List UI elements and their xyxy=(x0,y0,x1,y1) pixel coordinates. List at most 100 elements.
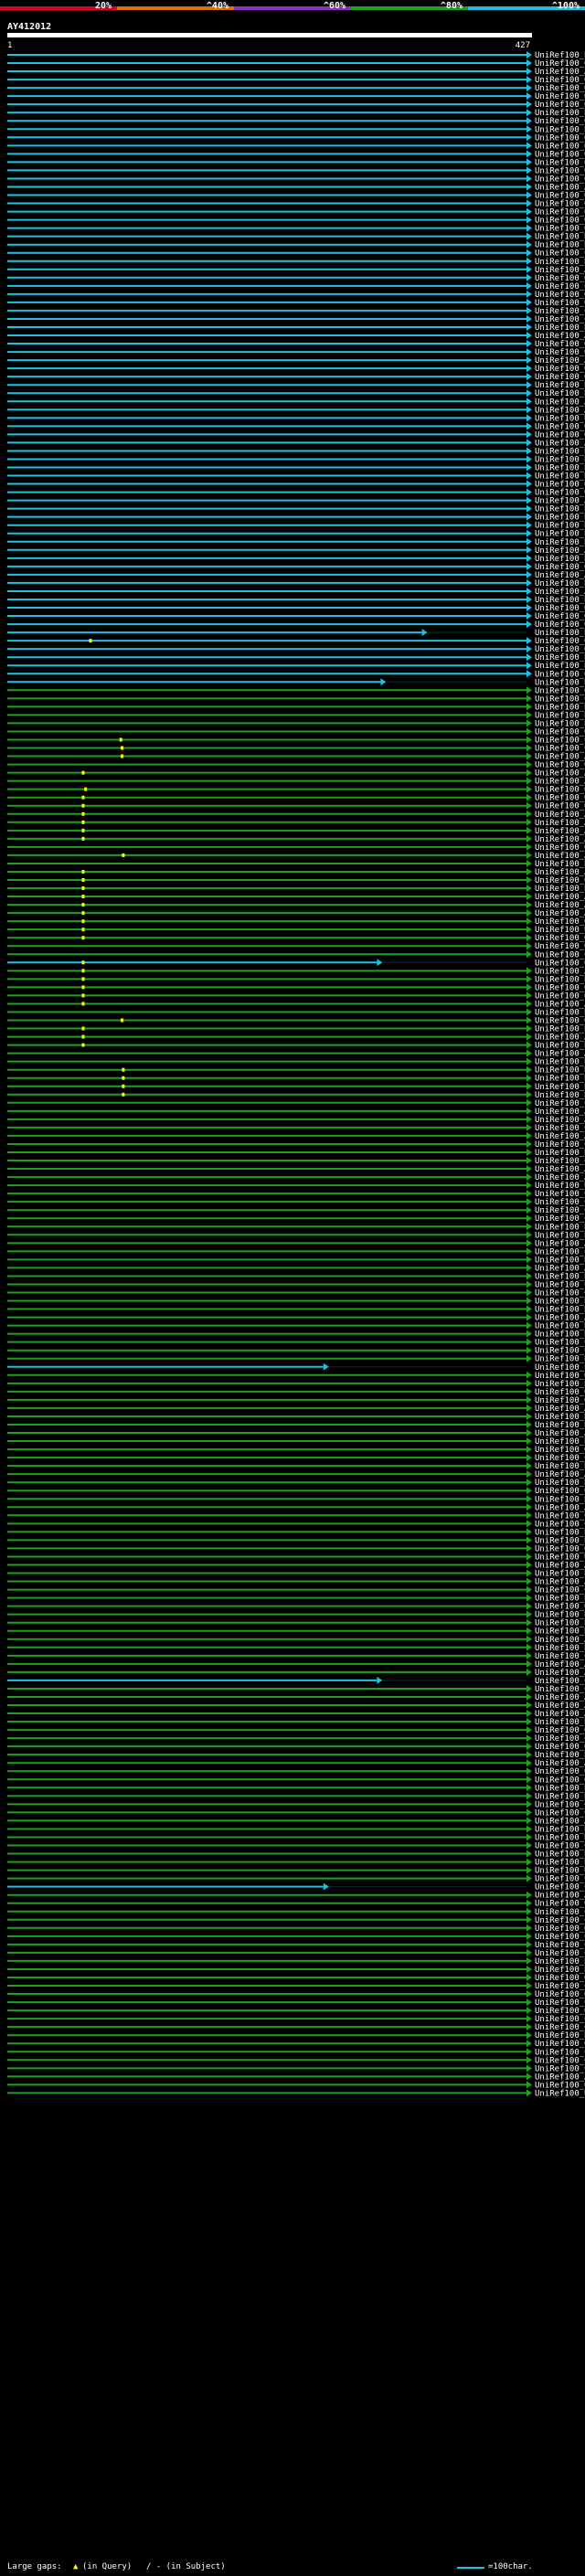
hit-arrow xyxy=(526,1553,532,1561)
identity-scale-label: ^60% xyxy=(324,1,346,11)
hit-arrow xyxy=(526,719,532,727)
hit-arrow xyxy=(526,150,532,158)
hit-arrow xyxy=(526,1825,532,1833)
hit-arrow xyxy=(526,909,532,917)
hit-arrow xyxy=(526,373,532,381)
footer-scale-bar xyxy=(457,2567,484,2569)
hit-arrow xyxy=(526,389,532,398)
hit-arrow xyxy=(526,876,532,884)
hit-arrow xyxy=(526,1182,532,1190)
footer-subject-label: / - (in Subject) xyxy=(146,2562,226,2571)
hit-arrow xyxy=(526,537,532,546)
hit-arrow xyxy=(526,1082,532,1090)
hit-arrow xyxy=(526,1817,532,1825)
gap-mark xyxy=(81,770,85,775)
gap-mark xyxy=(121,754,124,758)
hit-arrow xyxy=(526,1915,532,1924)
hit-arrow xyxy=(526,1206,532,1214)
hit-arrow xyxy=(526,554,532,562)
hit-arrow xyxy=(526,142,532,150)
hit-arrow xyxy=(526,1776,532,1784)
hit-arrow xyxy=(526,785,532,793)
hit-arrow xyxy=(526,752,532,760)
hit-arrow xyxy=(526,273,532,281)
hit-arrow xyxy=(526,1000,532,1008)
hit-arrow xyxy=(526,1065,532,1074)
hit-arrow xyxy=(526,422,532,430)
gap-mark xyxy=(81,960,85,965)
hit-arrow xyxy=(526,694,532,703)
hit-arrow xyxy=(421,629,428,637)
hit-arrow xyxy=(526,1131,532,1140)
hit-arrow xyxy=(526,1899,532,1907)
gap-mark xyxy=(89,639,92,643)
hit-arrow xyxy=(526,1346,532,1354)
hit-arrow xyxy=(526,578,532,587)
hit-arrow xyxy=(526,1850,532,1858)
hit-arrow xyxy=(526,1412,532,1420)
hit-arrow xyxy=(526,1395,532,1404)
hit-arrow xyxy=(526,1618,532,1627)
hit-arrow xyxy=(526,183,532,191)
hit-arrow xyxy=(526,1561,532,1569)
hit-arrow xyxy=(526,1635,532,1643)
hit-arrow xyxy=(526,1528,532,1536)
hit-arrow xyxy=(526,1330,532,1338)
hit-arrow xyxy=(526,1190,532,1198)
hit-arrow xyxy=(526,859,532,867)
gap-mark xyxy=(81,969,85,973)
hit-arrow xyxy=(323,1882,329,1891)
gap-mark xyxy=(119,737,122,742)
hit-arrow xyxy=(526,1602,532,1610)
hit-arrow xyxy=(526,793,532,801)
gap-mark xyxy=(81,869,85,874)
hit-arrow xyxy=(526,1165,532,1173)
gap-mark xyxy=(81,803,85,808)
hit-arrow xyxy=(526,587,532,595)
hit-arrow xyxy=(526,1891,532,1899)
hit-arrow xyxy=(526,290,532,298)
gap-mark xyxy=(122,853,125,857)
hit-arrow xyxy=(526,1520,532,1528)
hit-arrow xyxy=(526,942,532,950)
hit-arrow xyxy=(526,727,532,736)
hit-arrow xyxy=(526,2015,532,2023)
hit-arrow xyxy=(526,101,532,109)
gap-mark xyxy=(122,1076,125,1080)
hit-arrow xyxy=(526,1948,532,1956)
hit-arrow xyxy=(526,496,532,504)
hit-arrow xyxy=(526,158,532,166)
hit-arrow xyxy=(526,662,532,670)
hit-arrow xyxy=(526,2048,532,2056)
hit-arrow xyxy=(526,1998,532,2007)
hit-arrow xyxy=(526,1223,532,1231)
hit-arrow xyxy=(526,240,532,249)
hit-arrow xyxy=(526,1743,532,1751)
hit-arrow xyxy=(526,1668,532,1676)
hit-arrow xyxy=(526,455,532,463)
hit-arrow xyxy=(526,406,532,414)
hit-arrow xyxy=(526,1107,532,1115)
hit-arrow xyxy=(526,59,532,68)
hit-arrow xyxy=(526,1140,532,1148)
hit-arrow xyxy=(526,604,532,612)
hit-arrow xyxy=(526,1495,532,1503)
hit-arrow xyxy=(526,365,532,373)
hit-arrow xyxy=(526,1272,532,1280)
gap-mark xyxy=(121,746,124,750)
footer-gaps-label: Large gaps: xyxy=(7,2562,62,2571)
hit-arrow xyxy=(526,166,532,175)
hit-arrow xyxy=(526,1115,532,1123)
gap-mark xyxy=(81,936,85,940)
hit-arrow xyxy=(526,1404,532,1412)
hit-arrow xyxy=(526,1511,532,1520)
hit-arrow xyxy=(526,867,532,875)
hit-arrow xyxy=(526,885,532,893)
hit-arrow xyxy=(526,645,532,653)
hit-arrow xyxy=(526,1940,532,1948)
gap-mark xyxy=(81,795,85,800)
hit-arrow xyxy=(526,1008,532,1016)
hit-arrow xyxy=(526,398,532,406)
hit-arrow xyxy=(526,1470,532,1479)
hit-arrow xyxy=(526,769,532,777)
